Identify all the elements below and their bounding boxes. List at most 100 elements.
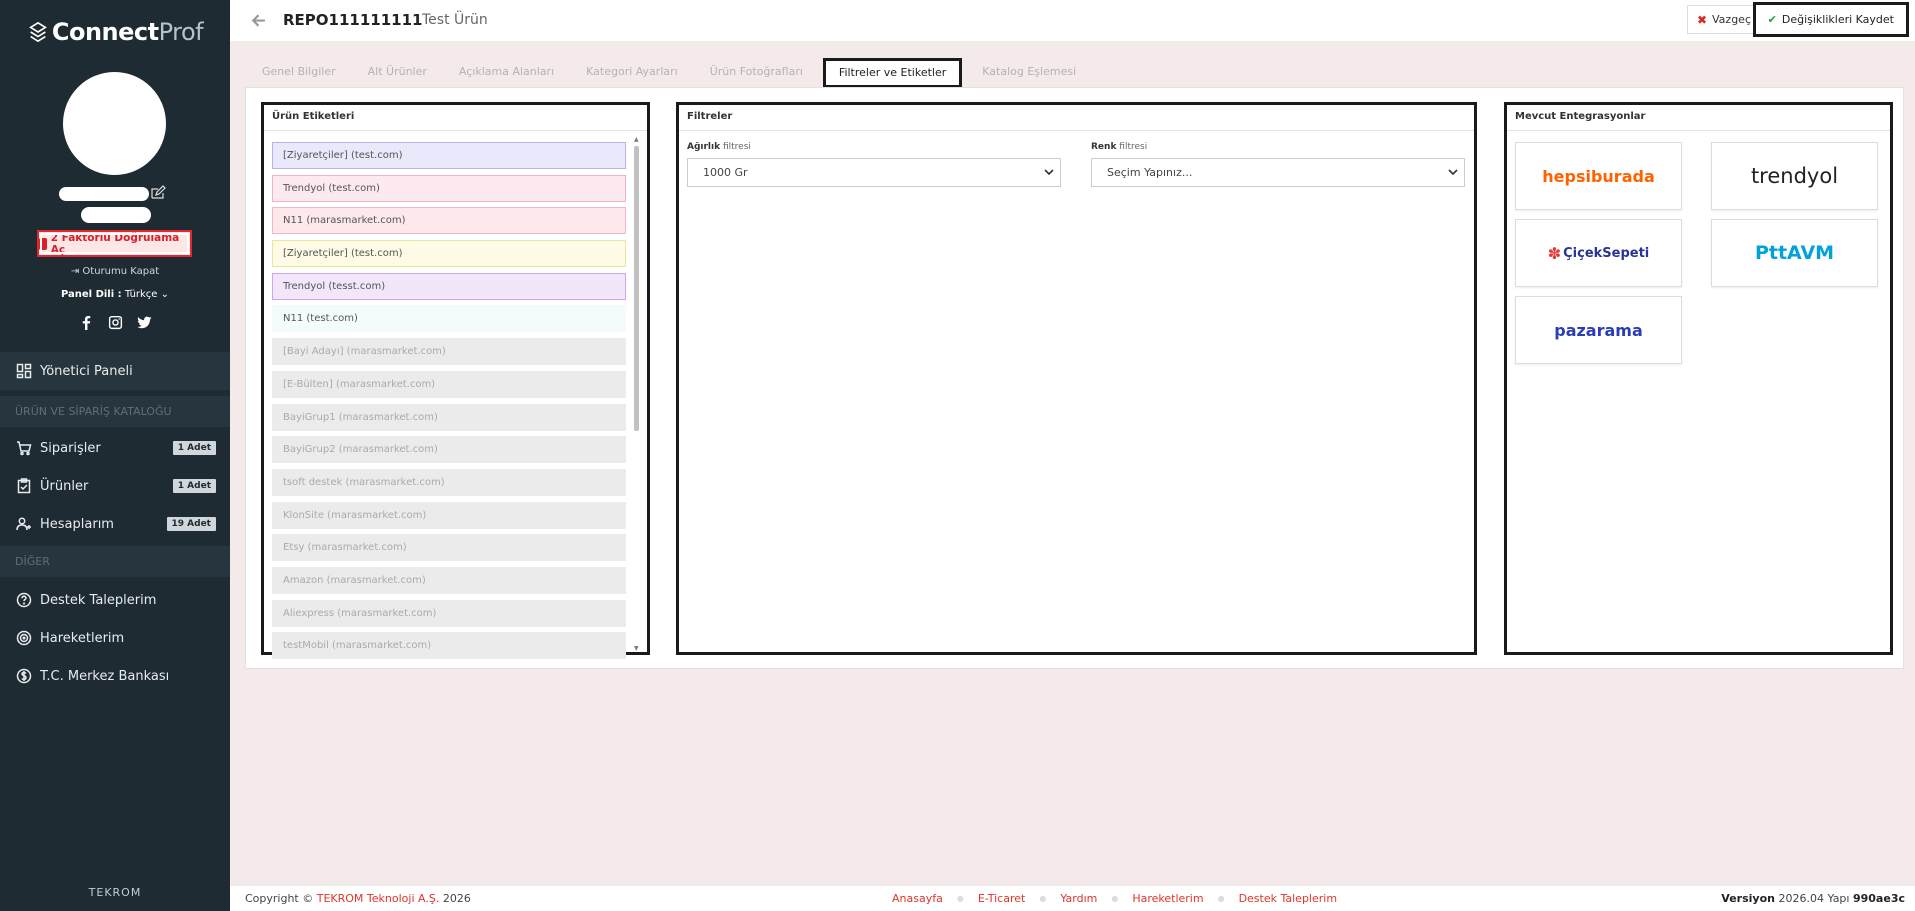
ciceksepeti-logo: ÇiçekSepeti <box>1563 245 1650 261</box>
tag-item[interactable]: Amazon (marasmarket.com) <box>272 566 626 594</box>
back-arrow-icon[interactable] <box>250 12 267 29</box>
tags-panel: Ürün Etiketleri [Ziyaretçiler] (test.com… <box>261 102 650 660</box>
tab-general[interactable]: Genel Bilgiler <box>246 58 352 88</box>
user-role-redacted <box>81 207 151 223</box>
tag-item[interactable]: Trendyol (test.com) <box>272 174 626 202</box>
nav-support[interactable]: Destek Taleplerim <box>0 581 230 619</box>
tag-item[interactable]: KlonSite (marasmarket.com) <box>272 501 626 529</box>
tag-item[interactable]: BayiGrup2 (marasmarket.com) <box>272 436 626 464</box>
logo-bold: Connect <box>51 18 159 46</box>
tag-item[interactable]: tsoft destek (marasmarket.com) <box>272 468 626 496</box>
logout-label: Oturumu Kapat <box>82 266 160 277</box>
integration-hepsiburada[interactable]: hepsiburada <box>1515 142 1682 210</box>
integration-ciceksepeti[interactable]: ✽ ÇiçekSepeti <box>1515 219 1682 287</box>
product-tabs: Genel Bilgiler Alt Ürünler Açıklama Alan… <box>246 58 1092 88</box>
tab-catalog-mapping[interactable]: Katalog Eşlemesi <box>966 58 1092 88</box>
logout-icon: ⇥ <box>70 266 83 277</box>
nav-central-bank[interactable]: T.C. Merkez Bankası <box>0 657 230 695</box>
version-info: Versiyon 2026.04 Yapı 990ae3c <box>1721 892 1905 905</box>
nav-products-label: Ürünler <box>40 478 89 494</box>
separator-dot: ● <box>1217 894 1225 903</box>
weight-filter-select[interactable]: 1000 Gr <box>687 158 1061 187</box>
footer-link-support[interactable]: Destek Taleplerim <box>1239 892 1337 905</box>
logo-light: Prof <box>158 18 204 46</box>
tag-list-scrollbar[interactable]: ▲ ▼ <box>633 136 640 652</box>
tag-item[interactable]: BayiGrup1 (marasmarket.com) <box>272 403 626 431</box>
tag-item[interactable]: N11 (test.com) <box>272 305 626 333</box>
scroll-up-icon[interactable]: ▲ <box>634 136 639 143</box>
help-icon <box>16 592 32 608</box>
cart-icon <box>17 441 32 456</box>
tab-categories[interactable]: Kategori Ayarları <box>570 58 694 88</box>
tag-item[interactable]: Trendyol (tesst.com) <box>272 272 626 300</box>
sidebar: ConnectProf 2 Faktörlü Doğrulama Aç ⇥ Ot… <box>0 0 230 911</box>
language-selector[interactable]: Panel Dili : Türkçe ⌄ <box>0 289 230 300</box>
nav-activity[interactable]: Hareketlerim <box>0 619 230 657</box>
color-filter-value: Seçim Yapınız... <box>1107 166 1193 179</box>
footer-link-ecommerce[interactable]: E-Ticaret <box>978 892 1026 905</box>
tab-descriptions[interactable]: Açıklama Alanları <box>443 58 570 88</box>
color-filter-label-bold: Renk <box>1091 142 1117 152</box>
ciceksepeti-flower-icon: ✽ <box>1547 243 1562 263</box>
color-filter-select[interactable]: Seçim Yapınız... <box>1091 158 1465 187</box>
save-button[interactable]: ✔ Değişiklikleri Kaydet <box>1752 2 1909 37</box>
tags-panel-title: Ürün Etiketleri <box>264 105 647 131</box>
nav-dashboard[interactable]: Yönetici Paneli <box>0 352 230 390</box>
copyright: Copyright © TEKROM Teknoloji A.Ş. 2026 <box>245 892 471 905</box>
nav-accounts[interactable]: Hesaplarım 19 Adet <box>0 505 230 543</box>
integration-trendyol[interactable]: trendyol <box>1711 142 1878 210</box>
tag-item[interactable]: testMobil (marasmarket.com) <box>272 632 626 660</box>
tag-item[interactable]: Aliexpress (marasmarket.com) <box>272 599 626 627</box>
nav-orders[interactable]: Siparişler 1 Adet <box>0 429 230 467</box>
avatar[interactable] <box>63 72 166 175</box>
tag-item[interactable]: N11 (marasmarket.com) <box>272 207 626 235</box>
color-filter: Renk filtresi Seçim Yapınız... <box>1091 142 1465 187</box>
tab-photos[interactable]: Ürün Fotoğrafları <box>694 58 819 88</box>
scroll-down-icon[interactable]: ▼ <box>634 645 639 652</box>
logo[interactable]: ConnectProf <box>0 18 230 46</box>
nav-dashboard-label: Yönetici Paneli <box>40 363 133 379</box>
connect-logo-icon <box>28 21 47 43</box>
nav-section-other: DİĞER <box>0 546 230 577</box>
product-name: Test Ürün <box>422 12 488 28</box>
twitter-icon[interactable] <box>136 315 152 330</box>
cancel-label: Vazgeç <box>1712 13 1751 26</box>
instagram-icon[interactable] <box>108 315 123 330</box>
nav-section-catalog: ÜRÜN VE SİPARİŞ KATALOĞU <box>0 396 230 427</box>
enable-2fa-button[interactable]: 2 Faktörlü Doğrulama Aç <box>37 230 192 257</box>
tab-sub-products[interactable]: Alt Ürünler <box>352 58 443 88</box>
clipboard-icon <box>17 478 31 494</box>
integration-pazarama[interactable]: pazarama <box>1515 296 1682 364</box>
tab-filters-tags[interactable]: Filtreler ve Etiketler <box>822 58 963 88</box>
logout-link[interactable]: ⇥ Oturumu Kapat <box>0 266 230 277</box>
weight-filter-label-bold: Ağırlık <box>687 142 721 152</box>
copyright-label: Copyright © <box>245 892 314 905</box>
hepsiburada-logo: hepsiburada <box>1542 166 1655 186</box>
nav-products[interactable]: Ürünler 1 Adet <box>0 467 230 505</box>
edit-profile-icon[interactable] <box>150 185 166 201</box>
dashboard-icon <box>16 363 32 379</box>
nav-support-label: Destek Taleplerim <box>40 592 157 608</box>
users-icon <box>16 517 31 531</box>
facebook-icon[interactable] <box>79 315 94 330</box>
scroll-thumb[interactable] <box>634 146 639 431</box>
integration-pttavm[interactable]: PttAVM <box>1711 219 1878 287</box>
cancel-button[interactable]: ✖ Vazgeç <box>1686 5 1761 34</box>
tag-item[interactable]: [E-Bülten] (marasmarket.com) <box>272 370 626 398</box>
company-link[interactable]: TEKROM Teknoloji A.Ş. <box>317 892 440 905</box>
footer-link-help[interactable]: Yardım <box>1060 892 1097 905</box>
tag-item[interactable]: Etsy (marasmarket.com) <box>272 534 626 562</box>
tag-item[interactable]: [Ziyaretçiler] (test.com) <box>272 142 626 169</box>
footer-link-activity[interactable]: Hareketlerim <box>1132 892 1203 905</box>
footer-link-home[interactable]: Anasayfa <box>892 892 943 905</box>
phone-icon <box>39 237 47 250</box>
footer-brand: TEKROM <box>88 886 142 899</box>
activity-icon <box>16 630 32 646</box>
tag-item[interactable]: [Bayi Adayı] (marasmarket.com) <box>272 338 626 366</box>
footer-links: Anasayfa ● E-Ticaret ● Yardım ● Hareketl… <box>892 892 1337 905</box>
tag-item[interactable]: [Ziyaretçiler] (test.com) <box>272 240 626 268</box>
page-footer: Copyright © TEKROM Teknoloji A.Ş. 2026 A… <box>230 885 1915 911</box>
tag-list: [Ziyaretçiler] (test.com) Trendyol (test.… <box>272 142 626 665</box>
trendyol-logo: trendyol <box>1750 164 1839 188</box>
weight-filter-value: 1000 Gr <box>703 166 748 179</box>
